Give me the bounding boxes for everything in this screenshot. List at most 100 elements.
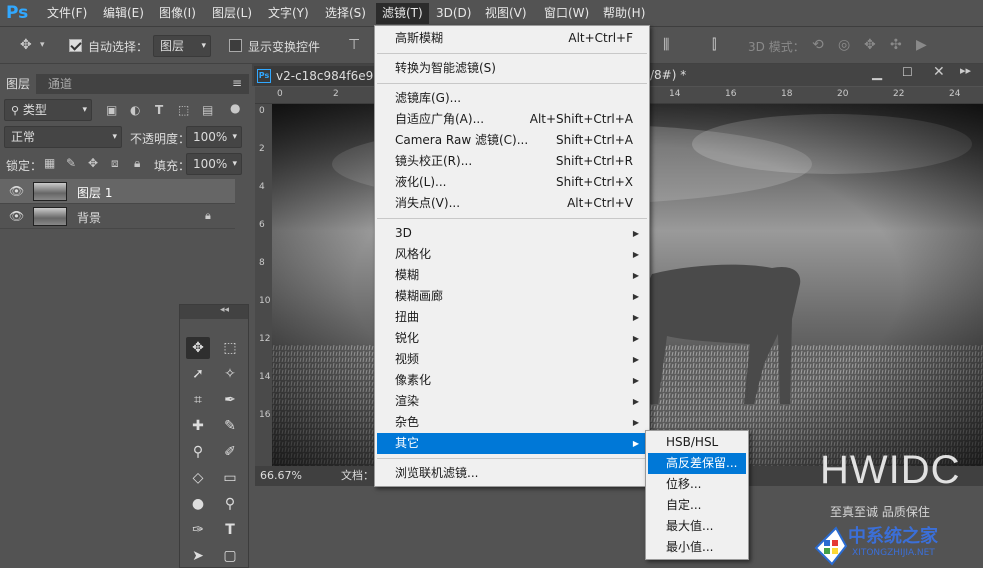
filter-menu-item[interactable]: 扭曲 ▶ bbox=[377, 307, 647, 328]
shape-tool-icon[interactable]: ▢ bbox=[218, 545, 242, 567]
fill-input[interactable]: 100% ▾ bbox=[186, 153, 242, 175]
pen-tool-icon[interactable]: ✑ bbox=[186, 519, 210, 541]
panel-menu-icon[interactable]: ≡ bbox=[232, 76, 242, 90]
3d-pan-icon[interactable]: ✥ bbox=[864, 36, 876, 54]
history-brush-icon[interactable]: ✐ bbox=[218, 441, 242, 463]
submenu-item[interactable]: 自定... bbox=[648, 495, 746, 516]
eye-icon[interactable]: 👁︎ bbox=[9, 184, 24, 198]
3d-orbit-icon[interactable]: ⟲ bbox=[812, 36, 824, 54]
pixel-layer-filter-icon[interactable]: ▣ bbox=[106, 101, 117, 119]
filter-menu-item[interactable]: 自适应广角(A)... Alt+Shift+Ctrl+A bbox=[377, 109, 647, 130]
dodge-tool-icon[interactable]: ⚲ bbox=[218, 493, 242, 515]
blur-tool-icon[interactable]: ● bbox=[186, 493, 210, 515]
menu-item[interactable]: 视图(V) bbox=[479, 3, 533, 24]
zoom-level[interactable]: 66.67% bbox=[260, 466, 302, 486]
opacity-input[interactable]: 100% ▾ bbox=[186, 126, 242, 148]
filter-menu-item[interactable]: 滤镜库(G)... bbox=[377, 88, 647, 109]
filter-menu-item[interactable]: 像素化 ▶ bbox=[377, 370, 647, 391]
lock-image-pixels-icon[interactable]: ✎ bbox=[66, 154, 76, 172]
type-layer-filter-icon[interactable]: T bbox=[155, 101, 163, 119]
filter-menu-item[interactable]: 模糊画廊 ▶ bbox=[377, 286, 647, 307]
filter-menu-item[interactable]: 浏览联机滤镜... bbox=[377, 463, 647, 484]
lock-position-icon[interactable]: ✥ bbox=[88, 154, 98, 172]
auto-select-checkbox[interactable] bbox=[69, 39, 82, 52]
filter-menu-item[interactable]: 液化(L)... Shift+Ctrl+X bbox=[377, 172, 647, 193]
align-top-icon[interactable]: ⊤ bbox=[348, 36, 360, 54]
menu-item[interactable]: 图层(L) bbox=[206, 3, 258, 24]
filter-menu-item[interactable]: 渲染 ▶ bbox=[377, 391, 647, 412]
filter-menu-item[interactable]: 镜头校正(R)... Shift+Ctrl+R bbox=[377, 151, 647, 172]
layer-filter-kind-dropdown[interactable]: ⚲ 类型 ▾ bbox=[4, 99, 92, 121]
move-tool-icon[interactable]: ✥ bbox=[186, 337, 210, 359]
filter-menu-item[interactable]: 锐化 ▶ bbox=[377, 328, 647, 349]
filter-menu-item[interactable]: 转换为智能滤镜(S) bbox=[377, 58, 647, 79]
layer-row-background[interactable]: 👁︎ 背景 🔒︎ bbox=[0, 204, 235, 229]
menu-item[interactable]: 编辑(E) bbox=[97, 3, 150, 24]
chevron-down-icon[interactable]: ▾ bbox=[40, 36, 45, 54]
close-icon[interactable]: ✕ bbox=[933, 64, 945, 80]
lock-transparent-pixels-icon[interactable]: ▦ bbox=[44, 154, 55, 172]
filter-menu-item[interactable]: 其它 ▶ bbox=[377, 433, 647, 454]
submenu-item[interactable]: 高反差保留... bbox=[648, 453, 746, 474]
brush-tool-icon[interactable]: ✎ bbox=[218, 415, 242, 437]
eye-icon[interactable]: 👁︎ bbox=[9, 209, 24, 223]
rectangular-marquee-icon[interactable]: ⬚ bbox=[218, 337, 242, 359]
smart-object-filter-icon[interactable]: ▤ bbox=[202, 101, 213, 119]
layer-name[interactable]: 图层 1 bbox=[77, 184, 112, 201]
lock-artboard-icon[interactable]: ⧈ bbox=[111, 154, 119, 172]
3d-roll-icon[interactable]: ◎ bbox=[838, 36, 850, 54]
filter-menu-item[interactable]: 杂色 ▶ bbox=[377, 412, 647, 433]
menu-item[interactable]: 选择(S) bbox=[319, 3, 372, 24]
toolbox-header[interactable] bbox=[180, 305, 248, 319]
submenu-item[interactable]: 最大值... bbox=[648, 516, 746, 537]
eyedropper-icon[interactable]: ✒ bbox=[218, 389, 242, 411]
filter-toggle-icon[interactable]: ● bbox=[230, 99, 240, 117]
lock-all-icon[interactable]: 🔒︎ bbox=[134, 154, 140, 172]
distribute-icon[interactable]: ⫿ bbox=[712, 36, 716, 54]
menu-item[interactable]: 窗口(W) bbox=[538, 3, 595, 24]
menu-item[interactable]: 帮助(H) bbox=[597, 3, 651, 24]
lasso-tool-icon[interactable]: ➚ bbox=[186, 363, 210, 385]
document-info-label[interactable]: 文档： bbox=[341, 466, 374, 486]
filter-menu-item[interactable]: 模糊 ▶ bbox=[377, 265, 647, 286]
auto-select-target-dropdown[interactable]: 图层 ▾ bbox=[153, 35, 211, 57]
submenu-item[interactable]: 位移... bbox=[648, 474, 746, 495]
filter-menu-item[interactable]: Camera Raw 滤镜(C)... Shift+Ctrl+A bbox=[377, 130, 647, 151]
show-transform-controls-checkbox[interactable] bbox=[229, 39, 242, 52]
3d-slide-icon[interactable]: ✣ bbox=[890, 36, 902, 54]
menu-item[interactable]: 图像(I) bbox=[153, 3, 202, 24]
filter-menu-item[interactable]: 视频 ▶ bbox=[377, 349, 647, 370]
eraser-tool-icon[interactable]: ◇ bbox=[186, 467, 210, 489]
filter-menu-item[interactable]: 消失点(V)... Alt+Ctrl+V bbox=[377, 193, 647, 214]
crop-tool-icon[interactable]: ⌗ bbox=[186, 389, 210, 411]
maximize-icon[interactable]: ☐ bbox=[902, 65, 913, 79]
minimize-icon[interactable]: ▁ bbox=[872, 66, 882, 81]
layer-row-layer1[interactable]: 👁︎ 图层 1 bbox=[0, 179, 235, 204]
3d-scale-icon[interactable]: ▶ bbox=[916, 36, 927, 54]
menu-item[interactable]: 3D(D) bbox=[430, 3, 477, 24]
align-horizontal-center-icon[interactable]: ⫼ bbox=[663, 36, 669, 54]
tab-channels[interactable]: 通道 bbox=[42, 74, 78, 94]
submenu-item[interactable]: HSB/HSL bbox=[648, 432, 746, 453]
filter-menu-item[interactable]: 风格化 ▶ bbox=[377, 244, 647, 265]
blend-mode-dropdown[interactable]: 正常 ▾ bbox=[4, 126, 122, 148]
adjustment-layer-filter-icon[interactable]: ◐ bbox=[130, 101, 140, 119]
clone-stamp-icon[interactable]: ⚲ bbox=[186, 441, 210, 463]
menu-item[interactable]: 文字(Y) bbox=[262, 3, 315, 24]
healing-brush-icon[interactable]: ✚ bbox=[186, 415, 210, 437]
filter-menu-item[interactable]: 高斯模糊 Alt+Ctrl+F bbox=[377, 28, 647, 49]
filter-menu-item[interactable]: 3D ▶ bbox=[377, 223, 647, 244]
move-tool-icon[interactable]: ✥ bbox=[20, 36, 32, 54]
layer-name[interactable]: 背景 bbox=[77, 209, 101, 226]
type-tool-icon[interactable]: T bbox=[218, 519, 242, 541]
submenu-item[interactable]: 最小值... bbox=[648, 537, 746, 558]
path-selection-icon[interactable]: ➤ bbox=[186, 545, 210, 567]
shape-layer-filter-icon[interactable]: ⬚ bbox=[178, 101, 189, 119]
collapse-toolbox-icon[interactable]: ◂◂ bbox=[220, 305, 229, 315]
magic-wand-icon[interactable]: ✧ bbox=[218, 363, 242, 385]
gradient-tool-icon[interactable]: ▭ bbox=[218, 467, 242, 489]
collapse-panels-icon[interactable]: ▸▸ bbox=[960, 64, 971, 77]
menu-item[interactable]: 滤镜(T) bbox=[376, 3, 429, 24]
menu-item[interactable]: 文件(F) bbox=[41, 3, 93, 24]
tab-layers[interactable]: 图层 bbox=[0, 74, 37, 94]
